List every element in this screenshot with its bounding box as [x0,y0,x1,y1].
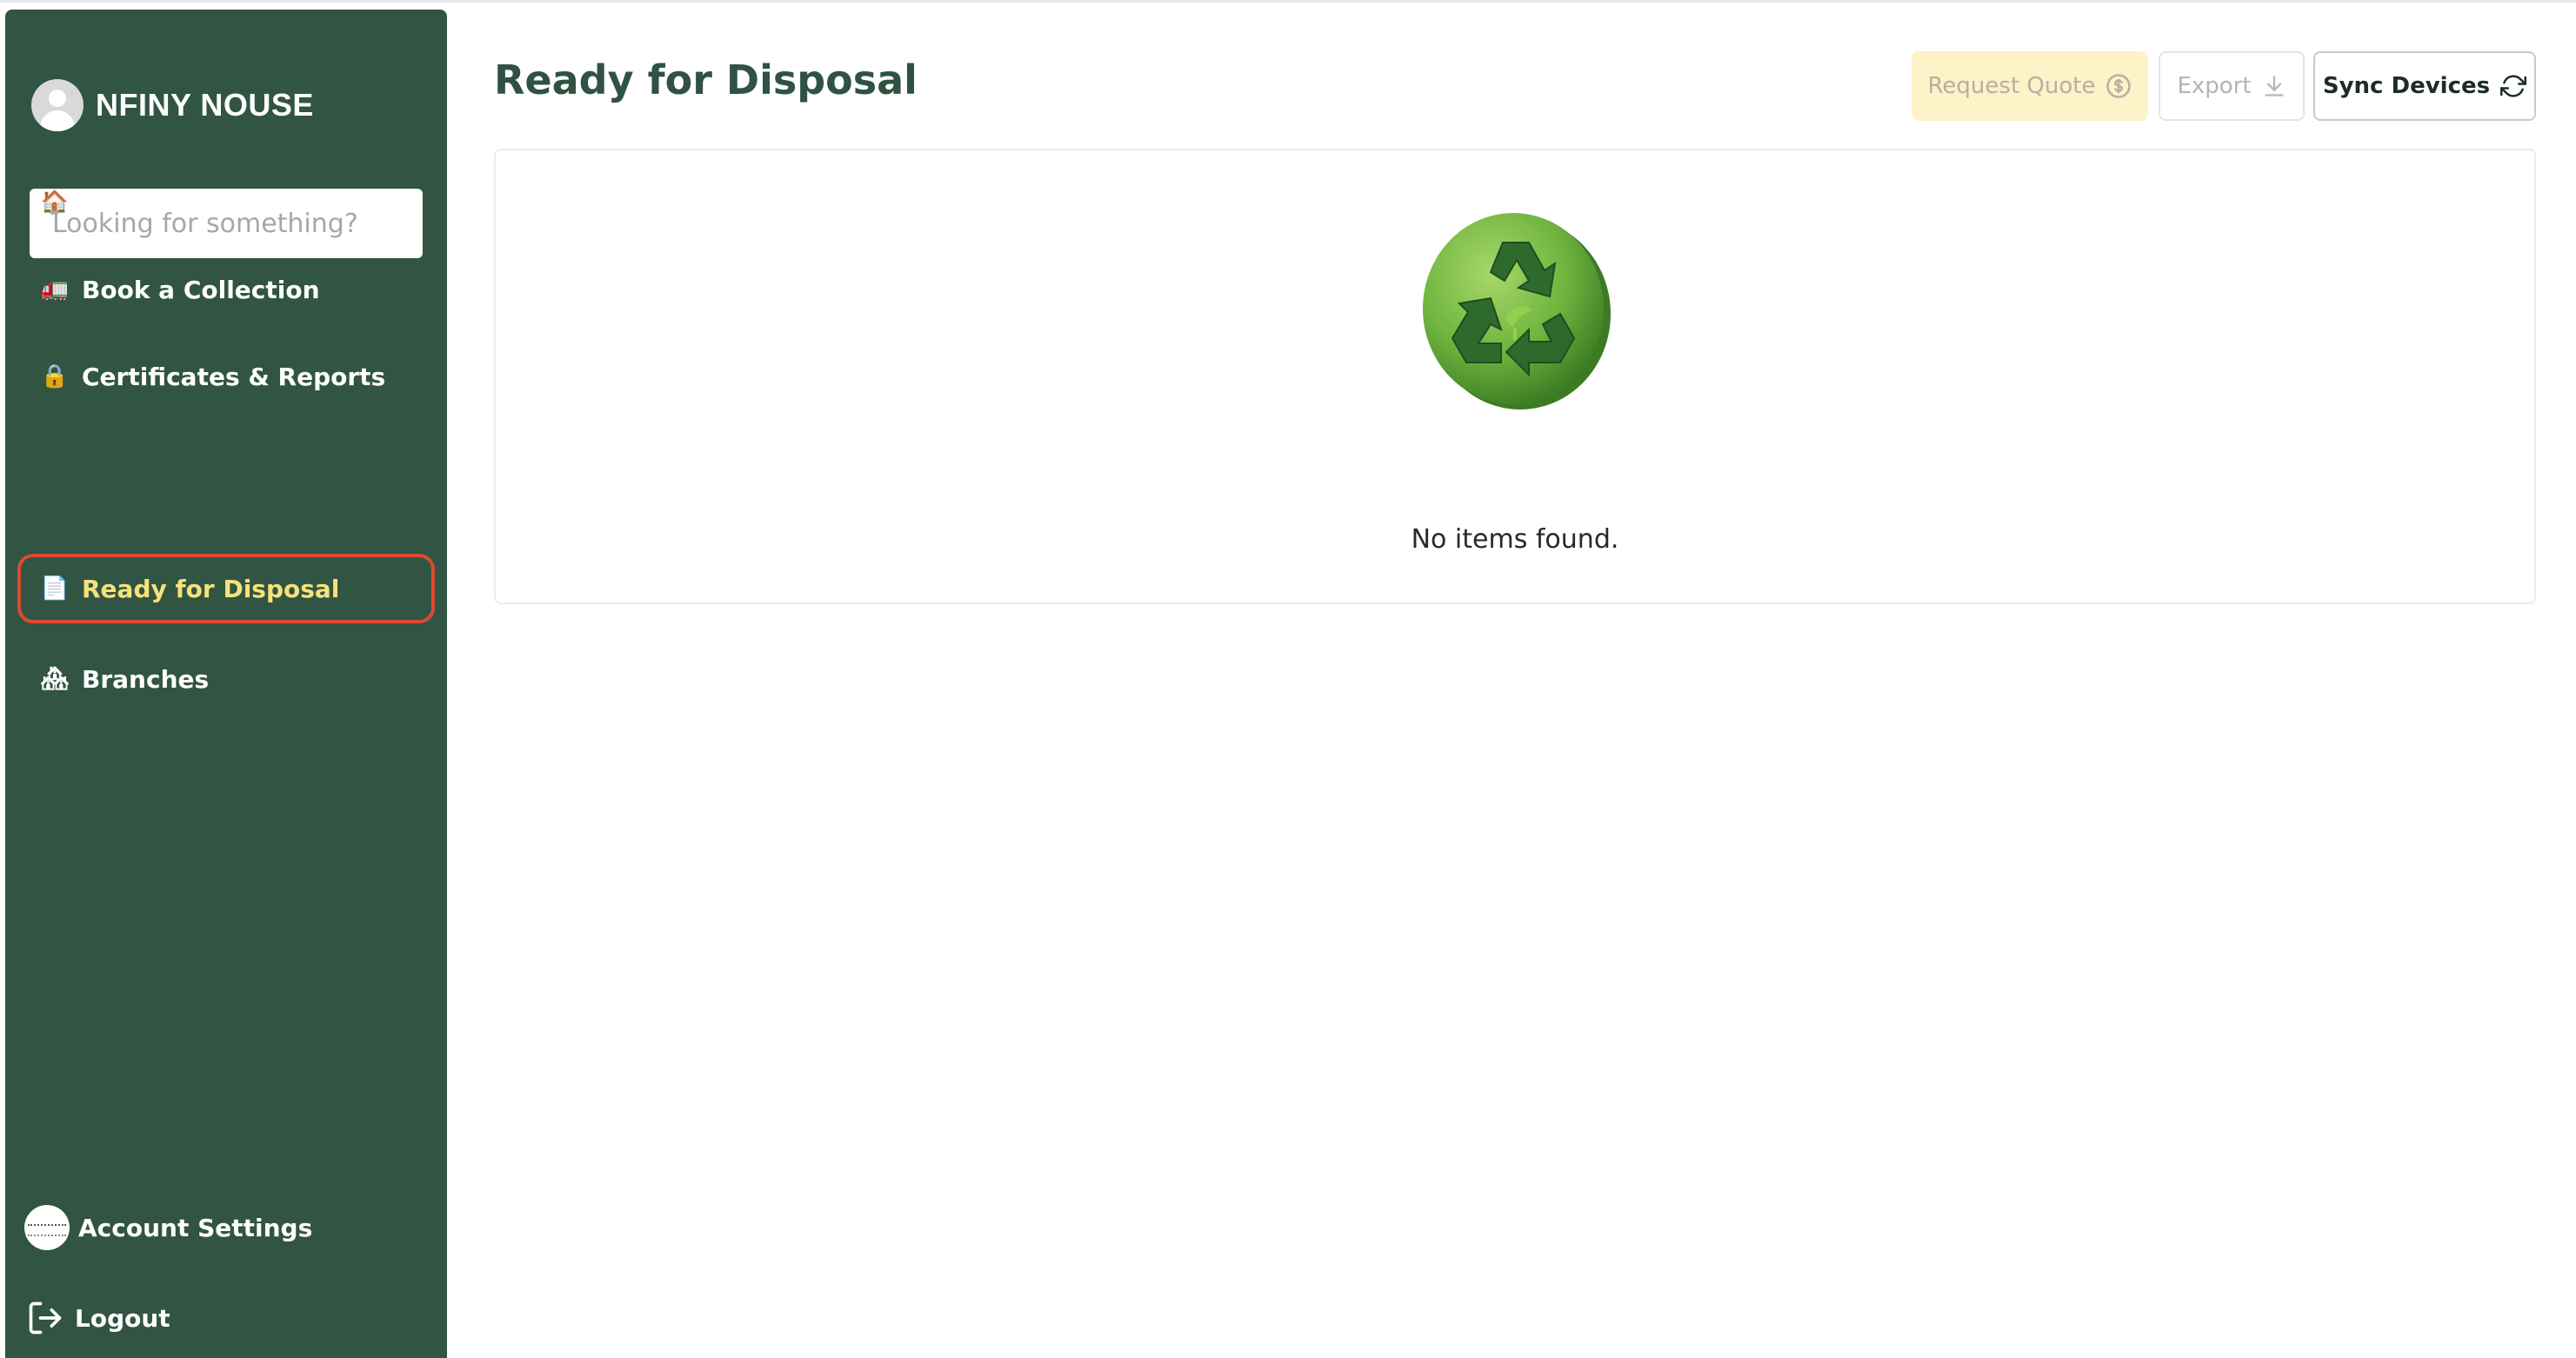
truck-icon: 🚛 [40,276,70,303]
logout-link[interactable]: Logout [26,1288,170,1348]
house-icon: 🏠 [40,190,70,216]
logout-icon [29,1301,62,1335]
account-avatar-icon [24,1205,70,1250]
document-icon: 📄 [40,576,70,602]
user-avatar-icon [31,79,83,131]
account-settings-label: Account Settings [78,1213,313,1242]
brand-name: NFINY NOUSE [96,87,314,123]
brand: NFINY NOUSE [31,77,314,133]
sidebar-item-label: Branches [82,664,210,694]
request-quote-label: Request Quote [1927,73,2096,99]
lock-icon: 🔒 [40,363,70,389]
recycle-icon [1423,213,1611,409]
sidebar-item-home[interactable]: 🏠 Home [17,170,435,236]
sync-devices-label: Sync Devices [2322,73,2491,99]
sidebar-item-book-collection[interactable]: 🚛 Book a Collection [17,256,435,323]
request-quote-button[interactable]: Request Quote [1912,51,2148,121]
logout-label: Logout [75,1303,170,1333]
houses-icon: 🏘 [40,666,70,692]
empty-state-text: No items found. [1411,524,1619,555]
export-button[interactable]: Export [2159,51,2305,121]
sidebar-item-branches[interactable]: 🏘 Branches [17,646,435,712]
refresh-icon [2500,75,2527,97]
sync-devices-button[interactable]: Sync Devices [2313,51,2536,121]
sidebar-item-label: Ready for Disposal [82,574,340,603]
sidebar-item-label: Book a Collection [82,275,320,304]
page-title: Ready for Disposal [494,57,918,103]
sidebar: NFINY NOUSE 🏠 Home 🚛 Book a Collection 🔒… [5,10,447,1358]
download-icon [2265,76,2284,97]
sidebar-item-label: Home [82,188,161,217]
export-label: Export [2177,73,2252,99]
account-settings-link[interactable]: Account Settings [24,1197,312,1258]
app-window: NFINY NOUSE 🏠 Home 🚛 Book a Collection 🔒… [0,0,2576,1358]
sidebar-item-certificates[interactable]: 🔒 Certificates & Reports [17,343,435,409]
sidebar-item-ready-for-disposal[interactable]: 📄 Ready for Disposal [17,554,435,623]
sidebar-item-label: Certificates & Reports [82,362,386,391]
dollar-circle-icon [2106,74,2132,98]
empty-state-card: No items found. [494,149,2536,604]
